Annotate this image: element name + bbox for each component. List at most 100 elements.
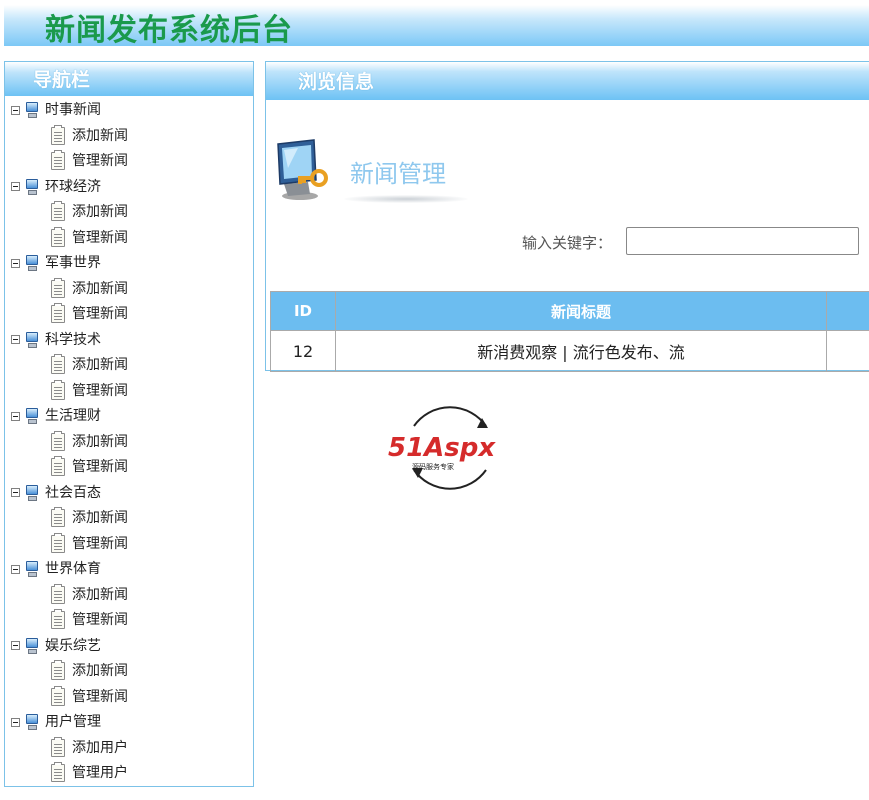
- nav-item[interactable]: 添加新闻: [51, 354, 128, 375]
- logo-subtext: 源码服务专家: [412, 462, 454, 471]
- section-title: 新闻管理: [350, 160, 446, 188]
- document-icon: [51, 609, 65, 629]
- nav-item[interactable]: 管理新闻: [51, 226, 128, 248]
- collapse-toggle-icon[interactable]: [11, 411, 20, 421]
- collapse-toggle-icon[interactable]: [11, 488, 20, 497]
- collapse-toggle-icon[interactable]: [11, 335, 20, 344]
- document-icon: [51, 736, 65, 757]
- computer-icon: [25, 637, 39, 655]
- document-icon: [51, 583, 65, 604]
- nav-item-label[interactable]: 添加新闻: [72, 202, 128, 222]
- collapse-toggle-icon[interactable]: [11, 258, 20, 268]
- collapse-toggle-icon[interactable]: [11, 717, 20, 727]
- nav-group[interactable]: 社会百态: [11, 483, 101, 503]
- computer-icon: [25, 178, 39, 196]
- computer-icon: [25, 484, 39, 502]
- nav-item[interactable]: 管理新闻: [51, 532, 128, 554]
- nav-item[interactable]: 管理新闻: [51, 379, 128, 401]
- nav-group-label: 军事世界: [45, 255, 101, 271]
- cell-id: 12: [270, 330, 336, 372]
- collapse-toggle-icon[interactable]: [11, 564, 20, 574]
- keyword-label: 输入关键字：: [522, 234, 613, 252]
- document-icon: [51, 685, 65, 706]
- nav-item-label[interactable]: 添加新闻: [72, 355, 128, 375]
- computer-icon: [25, 713, 39, 731]
- cell-extra: [826, 330, 869, 372]
- nav-item[interactable]: 添加新闻: [51, 660, 128, 681]
- col-extra: [826, 291, 869, 331]
- brand-logo: 51Aspx 源码服务专家: [388, 406, 496, 490]
- nav-item[interactable]: 添加新闻: [51, 583, 128, 605]
- nav-item-label[interactable]: 添加新闻: [72, 432, 128, 452]
- nav-item[interactable]: 管理新闻: [51, 609, 128, 630]
- nav-item-label[interactable]: 管理用户: [72, 763, 128, 783]
- nav-item[interactable]: 添加新闻: [51, 507, 128, 528]
- document-icon: [51, 660, 65, 680]
- computer-icon: [25, 407, 39, 425]
- nav-item-label[interactable]: 添加新闻: [72, 661, 128, 681]
- keyword-input[interactable]: [626, 227, 859, 255]
- app-title: 新闻发布系统后台: [45, 13, 293, 48]
- logo-text: 51Aspx: [388, 433, 496, 463]
- col-title: 新闻标题: [335, 291, 827, 331]
- nav-item-label[interactable]: 添加用户: [72, 738, 128, 758]
- document-icon: [51, 430, 65, 451]
- nav-group-label: 时事新闻: [45, 102, 101, 118]
- document-icon: [51, 532, 65, 553]
- nav-item-label[interactable]: 添加新闻: [72, 585, 128, 605]
- nav-item-label[interactable]: 管理新闻: [72, 151, 128, 171]
- cell-title[interactable]: 新消费观察 | 流行色发布、流: [335, 330, 827, 372]
- table-header-row: ID 新闻标题: [270, 291, 869, 331]
- nav-item-label[interactable]: 添加新闻: [72, 508, 128, 528]
- nav-sidebar: 导航栏 时事新闻 添加新闻 管理新闻 环球经济 添加新闻 管理新闻 军事世界 添加新闻 管理新闻…: [4, 61, 254, 787]
- document-icon: [51, 456, 65, 476]
- nav-group[interactable]: 生活理财: [11, 406, 101, 426]
- nav-item[interactable]: 管理新闻: [51, 303, 128, 324]
- nav-item[interactable]: 添加新闻: [51, 277, 128, 299]
- document-icon: [51, 226, 65, 247]
- nav-item-label[interactable]: 管理新闻: [72, 610, 128, 630]
- nav-group[interactable]: 时事新闻: [11, 100, 101, 120]
- nav-group-label: 娱乐综艺: [45, 637, 101, 654]
- nav-item[interactable]: 管理用户: [51, 762, 128, 783]
- nav-group-label: 生活理财: [45, 408, 101, 424]
- document-icon: [51, 150, 65, 170]
- nav-item[interactable]: 管理新闻: [51, 456, 128, 477]
- monitor-key-icon: [277, 139, 328, 200]
- nav-item[interactable]: 添加新闻: [51, 201, 128, 222]
- computer-icon: [25, 101, 39, 119]
- nav-group[interactable]: 科学技术: [11, 330, 101, 350]
- nav-group[interactable]: 环球经济: [11, 177, 101, 197]
- top-banner: 新闻发布系统后台: [4, 5, 869, 48]
- col-id: ID: [270, 291, 336, 331]
- nav-item[interactable]: 添加用户: [51, 736, 128, 758]
- nav-item-label[interactable]: 管理新闻: [72, 228, 128, 248]
- nav-item[interactable]: 添加新闻: [51, 124, 128, 146]
- nav-item-label[interactable]: 添加新闻: [72, 126, 128, 146]
- sidebar-title: 导航栏: [5, 62, 253, 96]
- nav-item[interactable]: 管理新闻: [51, 685, 128, 707]
- nav-group[interactable]: 用户管理: [11, 712, 101, 732]
- nav-item[interactable]: 添加新闻: [51, 430, 128, 452]
- collapse-toggle-icon[interactable]: [11, 641, 20, 650]
- nav-group-label: 世界体育: [45, 561, 101, 577]
- nav-item-label[interactable]: 管理新闻: [72, 457, 128, 477]
- nav-group[interactable]: 娱乐综艺: [11, 636, 101, 656]
- nav-item-label[interactable]: 管理新闻: [72, 381, 128, 401]
- nav-item[interactable]: 管理新闻: [51, 150, 128, 171]
- collapse-toggle-icon[interactable]: [11, 182, 20, 191]
- nav-item-label[interactable]: 管理新闻: [72, 687, 128, 707]
- nav-item-label[interactable]: 添加新闻: [72, 279, 128, 299]
- news-table: ID 新闻标题 12 新消费观察 | 流行色发布、流: [270, 291, 869, 372]
- document-icon: [51, 354, 65, 374]
- main-title: 浏览信息: [266, 62, 869, 100]
- nav-group[interactable]: 军事世界: [11, 253, 101, 273]
- nav-item-label[interactable]: 管理新闻: [72, 534, 128, 554]
- computer-icon: [25, 331, 39, 349]
- title-shadow: [344, 195, 468, 203]
- collapse-toggle-icon[interactable]: [11, 105, 20, 115]
- table-row[interactable]: 12 新消费观察 | 流行色发布、流: [270, 330, 869, 372]
- nav-group[interactable]: 世界体育: [11, 559, 101, 579]
- nav-group-label: 用户管理: [45, 714, 101, 730]
- nav-item-label[interactable]: 管理新闻: [72, 304, 128, 324]
